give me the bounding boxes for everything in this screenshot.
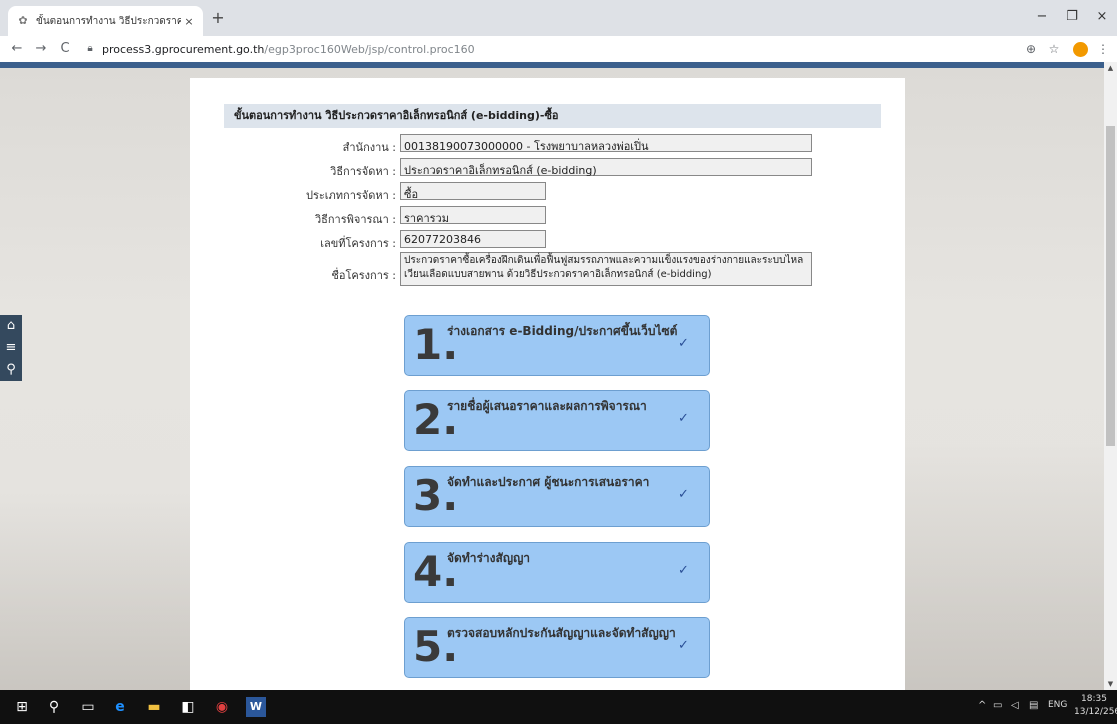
file-explorer-icon[interactable]: ▬	[144, 697, 164, 717]
clock-time: 18:35	[1081, 694, 1107, 704]
step-card-3[interactable]: 3. จัดทำและประกาศ ผู้ชนะการเสนอราคา ✓	[404, 466, 710, 527]
notification-icon[interactable]: ▤	[1029, 700, 1038, 711]
background-temple-right	[905, 442, 1104, 690]
evaluation-method-value: ราคารวม	[400, 206, 546, 225]
windows-taskbar: ⊞ ⚲ ▭ e ▬ ◧ ◉ W ^ ▭ ◁ ▤ ENG 18:35 13/12/…	[0, 690, 1117, 724]
bookmark-star-icon[interactable]: ☆	[1046, 39, 1062, 59]
reload-button[interactable]: C	[56, 39, 74, 59]
page-title: ขั้นตอนการทำงาน วิธีประกวดราคาอิเล็กทรอน…	[224, 104, 881, 128]
step-card-4[interactable]: 4. จัดทำร่างสัญญา ✓	[404, 542, 710, 603]
office-value: 00138190073000000 - โรงพยาบาลหลวงพ่อเปิ่…	[400, 134, 812, 153]
zoom-icon[interactable]: ⊕	[1023, 39, 1039, 59]
procurement-method-value: ประกวดราคาอิเล็กทรอนิกส์ (e-bidding)	[400, 158, 812, 177]
new-tab-button[interactable]: +	[208, 8, 228, 28]
office-label: สำนักงาน :	[342, 141, 396, 154]
check-icon: ✓	[678, 487, 689, 502]
step-card-1[interactable]: 1. ร่างเอกสาร e-Bidding/ประกาศขึ้นเว็บไซ…	[404, 315, 710, 376]
scroll-up-arrow-icon[interactable]: ▲	[1104, 62, 1117, 74]
check-icon: ✓	[678, 638, 689, 653]
step-card-2[interactable]: 2. รายชื่อผู้เสนอราคาและผลการพิจารณา ✓	[404, 390, 710, 451]
procurement-method-label: วิธีการจัดหา :	[330, 165, 396, 178]
home-icon[interactable]: ⌂	[0, 315, 22, 337]
system-clock[interactable]: 18:35 13/12/2562	[1074, 693, 1117, 719]
step-card-5[interactable]: 5. ตรวจสอบหลักประกันสัญญาและจัดทำสัญญา ✓	[404, 617, 710, 678]
url-host: process3.gprocurement.go.th	[102, 42, 265, 56]
menu-icon[interactable]: ≡	[0, 337, 22, 359]
side-toolbar: ⌂ ≡ ⚲	[0, 315, 22, 381]
procurement-type-value: ซื้อ	[400, 182, 546, 201]
url-path: /egp3proc160Web/jsp/control.proc160	[264, 42, 475, 56]
check-icon: ✓	[678, 411, 689, 426]
browser-tab[interactable]: ✿ ขั้นตอนการทำงาน วิธีประกวดราคาอิเล็ก ×	[8, 6, 203, 36]
task-view-icon[interactable]: ▭	[78, 697, 98, 717]
page-favicon-icon: ✿	[18, 14, 28, 27]
search-icon[interactable]: ⚲	[0, 359, 22, 381]
restore-button[interactable]: ❐	[1057, 6, 1087, 28]
page-scrollbar[interactable]: ▲ ▼	[1104, 62, 1117, 690]
project-number-value: 62077203846	[400, 230, 546, 248]
site-banner-strip	[0, 62, 1104, 68]
tab-close-icon[interactable]: ×	[181, 15, 197, 28]
back-button[interactable]: ←	[8, 39, 26, 59]
step-label: จัดทำและประกาศ ผู้ชนะการเสนอราคา	[447, 475, 650, 489]
browser-tab-bar: ✿ ขั้นตอนการทำงาน วิธีประกวดราคาอิเล็ก ×…	[0, 0, 1117, 36]
lock-icon: 🔒︎	[87, 43, 93, 54]
windows-start-icon[interactable]: ⊞	[12, 697, 32, 717]
tray-chevron-icon[interactable]: ^	[978, 700, 986, 711]
project-name-label: ชื่อโครงการ :	[331, 269, 396, 282]
close-window-button[interactable]: ×	[1087, 6, 1117, 28]
chrome-icon[interactable]: ◉	[212, 697, 232, 717]
main-content-panel: ขั้นตอนการทำงาน วิธีประกวดราคาอิเล็กทรอน…	[190, 78, 905, 690]
scroll-down-arrow-icon[interactable]: ▼	[1104, 678, 1117, 690]
url-field[interactable]: 🔒︎ process3.gprocurement.go.th/egp3proc1…	[84, 39, 844, 59]
evaluation-method-label: วิธีการพิจารณา :	[314, 213, 396, 226]
project-name-value: ประกวดราคาซื้อเครื่องฝึกเดินเพื่อฟื้นฟูส…	[400, 252, 812, 286]
scrollbar-thumb[interactable]	[1106, 126, 1115, 446]
minimize-button[interactable]: −	[1027, 6, 1057, 28]
procurement-type-label: ประเภทการจัดหา :	[305, 189, 396, 202]
step-label: ร่างเอกสาร e-Bidding/ประกาศขึ้นเว็บไซต์	[447, 324, 678, 338]
project-number-label: เลขที่โครงการ :	[320, 237, 396, 250]
address-bar: ← → C 🔒︎ process3.gprocurement.go.th/egp…	[0, 36, 1117, 62]
input-language[interactable]: ENG	[1048, 700, 1067, 710]
clock-date: 13/12/2562	[1074, 707, 1117, 717]
step-label: ตรวจสอบหลักประกันสัญญาและจัดทำสัญญา	[447, 626, 676, 640]
taskbar-search-icon[interactable]: ⚲	[44, 697, 64, 717]
background-temple-left	[0, 492, 190, 690]
check-icon: ✓	[678, 336, 689, 351]
word-icon[interactable]: W	[246, 697, 266, 717]
page-viewport: ⌂ ≡ ⚲ ขั้นตอนการทำงาน วิธีประกวดราคาอิเล…	[0, 62, 1104, 690]
edge-icon[interactable]: e	[110, 697, 130, 717]
step-label: รายชื่อผู้เสนอราคาและผลการพิจารณา	[447, 399, 647, 413]
tab-title: ขั้นตอนการทำงาน วิธีประกวดราคาอิเล็ก	[36, 15, 181, 27]
network-icon[interactable]: ▭	[993, 700, 1002, 711]
volume-muted-icon[interactable]: ◁	[1011, 700, 1019, 711]
browser-menu-icon[interactable]: ⋮	[1096, 39, 1110, 59]
step-label: จัดทำร่างสัญญา	[447, 551, 531, 565]
profile-avatar-icon[interactable]	[1073, 42, 1088, 57]
store-icon[interactable]: ◧	[178, 697, 198, 717]
check-icon: ✓	[678, 563, 689, 578]
forward-button[interactable]: →	[32, 39, 50, 59]
